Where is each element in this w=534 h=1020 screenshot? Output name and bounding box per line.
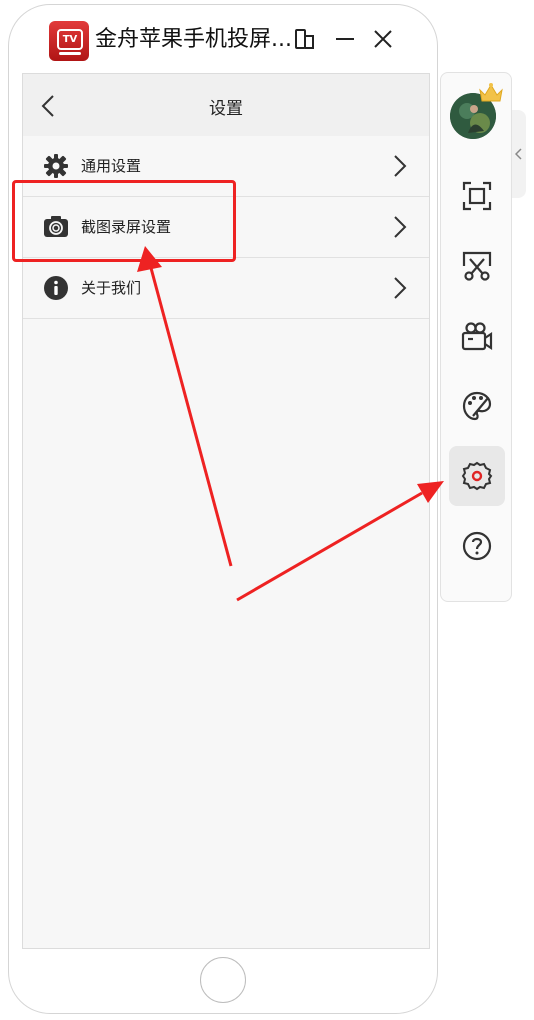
menu-item-general-settings[interactable]: 通用设置 bbox=[23, 136, 429, 197]
chevron-right-icon bbox=[394, 155, 407, 177]
settings-screen: 设置 通用设置 截图录屏设置 关于我们 bbox=[22, 73, 430, 949]
palette-icon bbox=[462, 391, 492, 421]
home-button[interactable] bbox=[200, 957, 246, 1003]
help-icon bbox=[462, 531, 492, 561]
menu-item-label: 通用设置 bbox=[81, 157, 142, 175]
fullscreen-icon bbox=[462, 181, 492, 211]
minimize-button[interactable] bbox=[333, 27, 357, 51]
menu-item-screenshot-record-settings[interactable]: 截图录屏设置 bbox=[23, 197, 429, 258]
rotate-icon bbox=[295, 29, 314, 49]
close-icon bbox=[374, 30, 392, 48]
logo-text: TV bbox=[57, 29, 83, 50]
gear-icon bbox=[44, 154, 68, 178]
minimize-icon bbox=[336, 38, 354, 40]
phone-frame: TV 金舟苹果手机投屏... 设置 通用设置 截图录屏设置 关于我们 bbox=[8, 4, 438, 1014]
app-logo: TV bbox=[49, 21, 89, 61]
logo-bar bbox=[59, 52, 81, 55]
video-record-icon bbox=[461, 322, 493, 351]
screenshot-icon bbox=[462, 251, 492, 281]
info-icon bbox=[44, 276, 68, 300]
screenshot-button[interactable] bbox=[449, 236, 505, 296]
chevron-left-icon bbox=[515, 148, 522, 160]
chevron-right-icon bbox=[394, 216, 407, 238]
nav-header: 设置 bbox=[23, 74, 429, 136]
video-record-button[interactable] bbox=[449, 306, 505, 366]
fullscreen-button[interactable] bbox=[449, 166, 505, 226]
settings-button[interactable] bbox=[449, 446, 505, 506]
menu-item-label: 截图录屏设置 bbox=[81, 218, 172, 236]
help-button[interactable] bbox=[449, 516, 505, 576]
camera-icon bbox=[44, 216, 68, 237]
rotate-screen-button[interactable] bbox=[293, 27, 317, 51]
palette-button[interactable] bbox=[449, 376, 505, 436]
menu-item-label: 关于我们 bbox=[81, 279, 142, 297]
title-bar: TV 金舟苹果手机投屏... bbox=[9, 5, 439, 75]
collapse-toolbar-button[interactable] bbox=[512, 110, 526, 198]
close-button[interactable] bbox=[371, 27, 395, 51]
page-title: 设置 bbox=[209, 99, 243, 119]
chevron-right-icon bbox=[394, 277, 407, 299]
crown-icon bbox=[479, 83, 503, 102]
settings-icon bbox=[461, 461, 493, 491]
window-title: 金舟苹果手机投屏... bbox=[95, 27, 292, 52]
menu-item-about-us[interactable]: 关于我们 bbox=[23, 258, 429, 319]
